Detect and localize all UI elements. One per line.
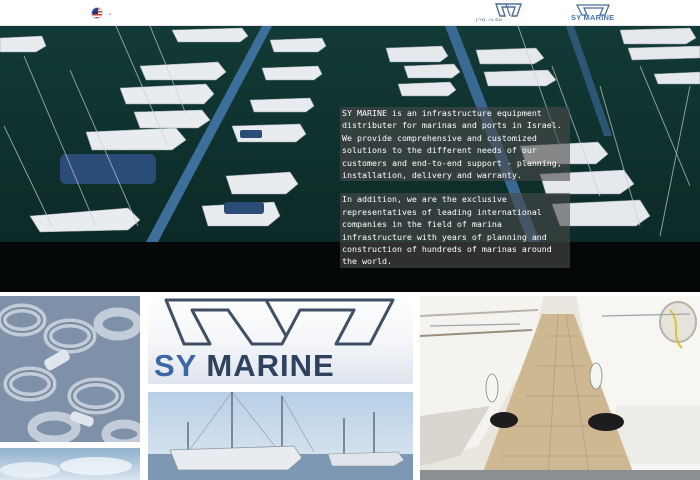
sky-clouds-illustration xyxy=(0,457,132,478)
logo-hebrew-mark xyxy=(495,3,522,17)
yachts-illustration xyxy=(148,392,413,480)
brand-text-sy: SY xyxy=(154,348,197,383)
hero-marina-image: SY MARINE is an infrastructure equipment… xyxy=(0,26,700,292)
us-flag-icon xyxy=(91,7,103,19)
sy-marine-brand-text: SY MARINE xyxy=(154,348,335,384)
hero-paragraph-representatives: In addition, we are the exclusive repres… xyxy=(340,193,570,268)
chevron-down-icon: ⌄ xyxy=(107,8,113,17)
brand-text-marine: MARINE xyxy=(196,348,335,383)
sky-image[interactable] xyxy=(0,448,140,480)
logo-hebrew-text: אס.ווי. מרין xyxy=(476,17,503,23)
chain-shackles-image[interactable] xyxy=(0,296,140,442)
logo-english[interactable]: SY MARINE xyxy=(571,3,615,23)
site-header: ⌄ אס.ווי. מרין SY MARINE xyxy=(0,0,700,26)
yacht-deck-illustration xyxy=(420,296,700,480)
yacht-deck-image[interactable] xyxy=(420,296,700,480)
yachts-image[interactable] xyxy=(148,392,413,480)
hero-paragraph-intro: SY MARINE is an infrastructure equipment… xyxy=(340,107,570,182)
language-selector[interactable]: ⌄ xyxy=(91,7,113,19)
chain-shackles-illustration xyxy=(0,296,140,442)
sy-marine-brand-tile[interactable]: SY MARINE xyxy=(148,296,413,384)
logo-english-text: SY MARINE xyxy=(571,13,615,22)
hero-description: SY MARINE is an infrastructure equipment… xyxy=(340,107,570,268)
logo-hebrew[interactable]: אס.ווי. מרין xyxy=(476,3,524,23)
